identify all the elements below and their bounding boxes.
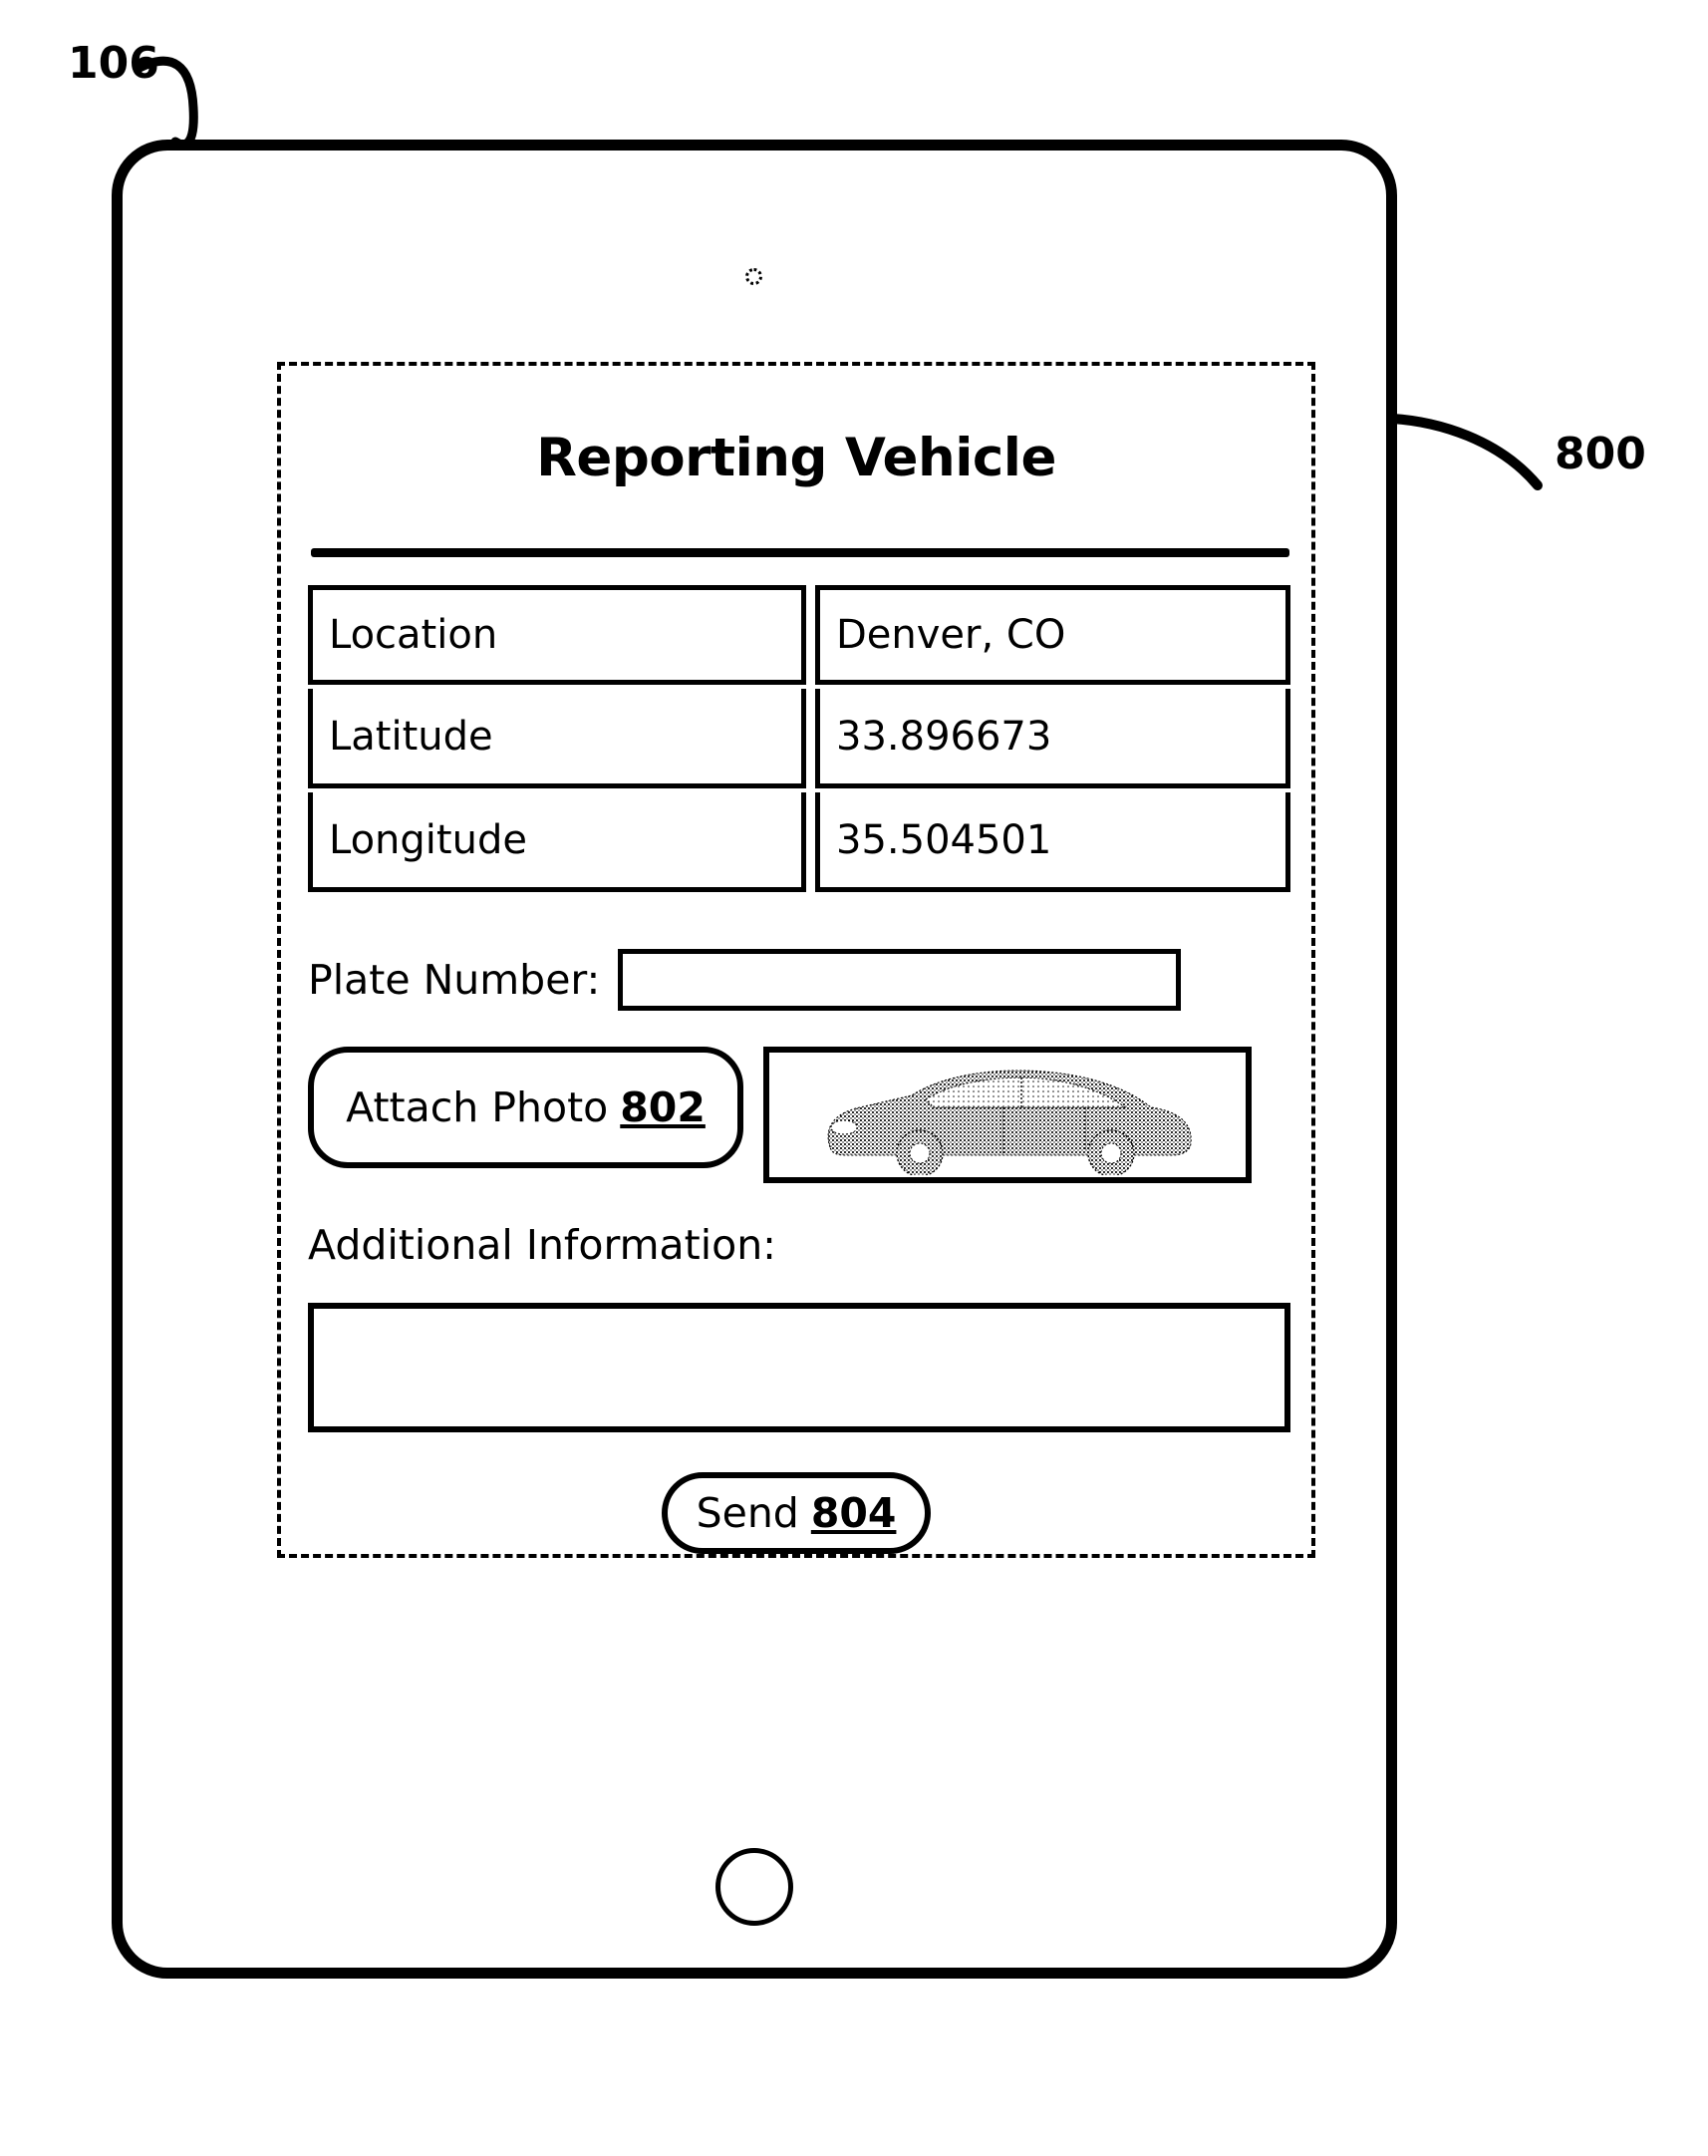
- reference-label-send: 804: [810, 1489, 897, 1537]
- table-cell-value: 35.504501: [836, 816, 1052, 863]
- reference-label-screen: 800: [1555, 429, 1646, 479]
- front-camera-icon: [745, 268, 762, 285]
- table-row: Denver, CO: [815, 585, 1290, 685]
- table-cell-label: Latitude: [329, 713, 493, 760]
- table-row: Latitude: [308, 689, 806, 788]
- table-cell-value: 33.896673: [836, 713, 1052, 760]
- table-row: Longitude: [308, 792, 806, 892]
- attach-photo-button[interactable]: Attach Photo 802: [308, 1047, 743, 1168]
- vehicle-info-table: Location Latitude Longitude Denver, CO 3…: [308, 585, 1290, 892]
- reference-label-device: 106: [68, 38, 159, 89]
- car-photo-icon: [827, 1069, 1192, 1175]
- page-title: Reporting Vehicle: [536, 428, 1056, 488]
- plate-number-input[interactable]: [618, 949, 1182, 1011]
- attach-photo-row: Attach Photo 802: [308, 1047, 1290, 1183]
- table-row: 35.504501: [815, 792, 1290, 892]
- attach-photo-label: Attach Photo: [346, 1083, 609, 1131]
- reference-label-attach-photo: 802: [620, 1083, 706, 1131]
- additional-information-input[interactable]: [308, 1303, 1290, 1432]
- table-row: 33.896673: [815, 689, 1290, 788]
- title-divider: [311, 548, 1289, 557]
- send-label: Send: [696, 1489, 799, 1537]
- table-cell-label: Longitude: [329, 816, 527, 863]
- photo-thumbnail[interactable]: [763, 1047, 1252, 1183]
- tablet-device: Reporting Vehicle Location Latitude Long…: [112, 140, 1397, 1979]
- table-cell-label: Location: [329, 612, 498, 658]
- table-row: Location: [308, 585, 806, 685]
- table-column-values: Denver, CO 33.896673 35.504501: [815, 585, 1290, 892]
- app-screen: Reporting Vehicle Location Latitude Long…: [277, 362, 1315, 1558]
- table-cell-value: Denver, CO: [836, 612, 1066, 658]
- plate-number-row: Plate Number:: [308, 949, 1290, 1011]
- home-button-icon[interactable]: [715, 1848, 793, 1926]
- send-button[interactable]: Send 804: [662, 1472, 931, 1554]
- table-column-labels: Location Latitude Longitude: [308, 585, 806, 892]
- additional-information-label: Additional Information:: [308, 1221, 776, 1269]
- plate-number-label: Plate Number:: [308, 956, 601, 1004]
